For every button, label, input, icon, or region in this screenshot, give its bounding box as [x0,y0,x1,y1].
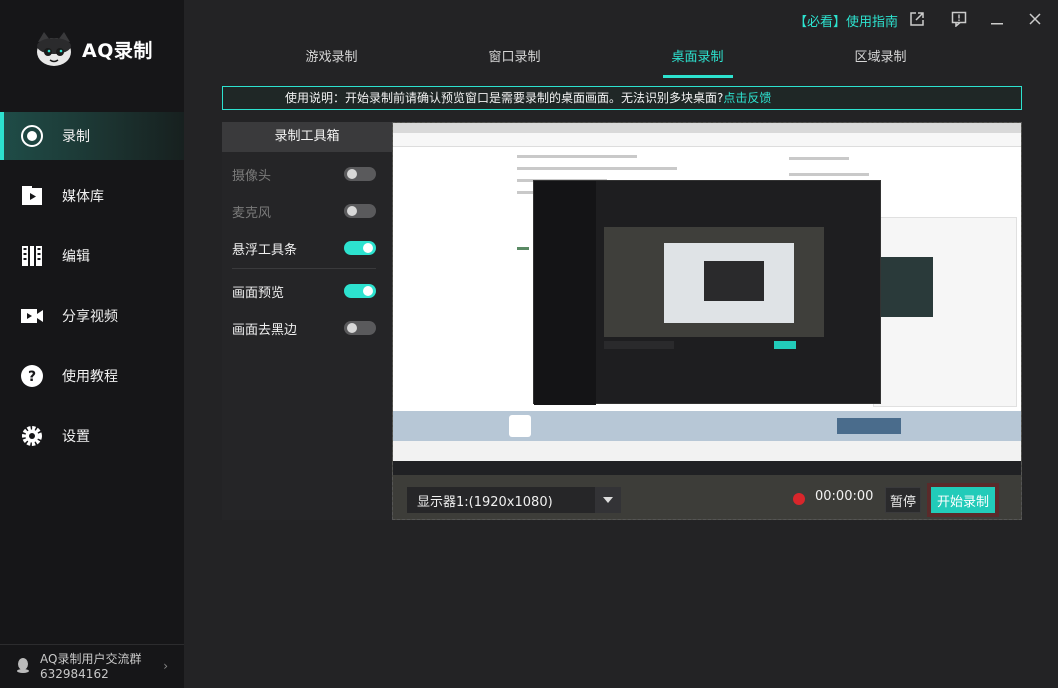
option-microphone: 麦克风 [232,201,376,221]
option-label: 麦克风 [232,205,272,221]
display-select-value: 显示器1:(1920x1080) [417,494,553,510]
sidebar: AQ录制 录制 媒体库 编辑 分享视频 ? 使用教程 设置 AQ录制用户交流群 … [0,0,184,688]
sidebar-item-tutorial[interactable]: ? 使用教程 [0,352,184,400]
sidebar-item-label: 录制 [62,129,90,145]
tab-window-record[interactable]: 窗口录制 [423,40,606,80]
usage-notice-text: 使用说明：开始录制前请确认预览窗口是需要录制的桌面画面。无法识别多块桌面? [285,91,724,105]
gear-icon [20,424,44,448]
pause-button[interactable]: 暂停 [885,487,921,513]
feedback-link[interactable]: 点击反馈 [723,91,771,105]
sidebar-item-share-video[interactable]: 分享视频 [0,292,184,340]
chevron-right-icon: › [163,659,168,673]
sidebar-item-record[interactable]: 录制 [0,112,184,160]
help-icon: ? [20,364,44,388]
sidebar-item-label: 编辑 [62,249,90,265]
option-label: 悬浮工具条 [232,242,298,258]
app-window: AQ录制 录制 媒体库 编辑 分享视频 ? 使用教程 设置 AQ录制用户交流群 … [0,0,1058,688]
option-label: 画面去黑边 [232,322,298,338]
recording-controls: 显示器1:(1920x1080) 00:00:00 暂停 开始录制 [393,475,1021,519]
option-floating-toolbar: 悬浮工具条 [232,238,376,258]
community-title: AQ录制用户交流群 [40,651,142,666]
video-share-icon [20,304,44,328]
community-info: AQ录制用户交流群 632984162 [40,652,141,682]
option-camera: 摄像头 [232,164,376,184]
title-bar: 【必看】使用指南 [184,0,1058,40]
display-select[interactable]: 显示器1:(1920x1080) [407,487,621,513]
preview-screen-image [393,123,1021,475]
media-library-icon [20,184,44,208]
sidebar-nav: 录制 媒体库 编辑 分享视频 ? 使用教程 设置 [0,112,184,472]
tab-desktop-record[interactable]: 桌面录制 [606,40,789,80]
option-remove-black-borders: 画面去黑边 [232,318,376,338]
external-link-icon[interactable] [908,10,926,28]
minimize-icon[interactable] [988,10,1006,28]
sidebar-item-label: 媒体库 [62,189,104,205]
feedback-icon[interactable] [950,10,968,28]
app-name: AQ录制 [82,39,153,62]
camera-toggle[interactable] [344,167,376,181]
option-preview: 画面预览 [232,281,376,301]
floating-toolbar-toggle[interactable] [344,241,376,255]
sidebar-item-label: 分享视频 [62,309,118,325]
microphone-toggle[interactable] [344,204,376,218]
community-group-link[interactable]: AQ录制用户交流群 632984162 › [0,644,184,688]
preview-toggle[interactable] [344,284,376,298]
recording-timer: 00:00:00 [815,489,874,504]
close-icon[interactable] [1026,10,1044,28]
recording-mode-tabs: 游戏录制 窗口录制 桌面录制 区域录制 [240,40,1020,80]
start-recording-button[interactable]: 开始录制 [931,487,995,513]
guide-link[interactable]: 【必看】使用指南 [794,11,898,30]
svg-text:?: ? [28,369,36,385]
option-label: 摄像头 [232,168,272,184]
sidebar-item-label: 使用教程 [62,369,118,385]
recording-toolbox: 录制工具箱 摄像头 麦克风 悬浮工具条 画面预览 画面去黑边 [222,122,392,520]
app-logo: AQ录制 [34,30,153,68]
option-label: 画面预览 [232,285,285,301]
sidebar-item-edit[interactable]: 编辑 [0,232,184,280]
sidebar-item-label: 设置 [62,429,90,445]
sidebar-item-settings[interactable]: 设置 [0,412,184,460]
film-edit-icon [20,244,44,268]
desktop-preview: 显示器1:(1920x1080) 00:00:00 暂停 开始录制 [392,122,1022,520]
tab-region-record[interactable]: 区域录制 [789,40,972,80]
community-number: 632984162 [40,666,109,681]
tab-game-record[interactable]: 游戏录制 [240,40,423,80]
record-icon [20,124,44,148]
remove-black-borders-toggle[interactable] [344,321,376,335]
sidebar-item-media-library[interactable]: 媒体库 [0,172,184,220]
usage-notice-banner: 使用说明：开始录制前请确认预览窗口是需要录制的桌面画面。无法识别多块桌面?点击反… [222,86,1022,110]
recording-indicator-icon [793,493,805,505]
chevron-down-icon [595,487,621,513]
logo-mascot-icon [34,30,74,68]
penguin-icon [16,657,30,677]
toolbox-title: 录制工具箱 [222,122,392,152]
toolbox-divider [232,268,376,269]
